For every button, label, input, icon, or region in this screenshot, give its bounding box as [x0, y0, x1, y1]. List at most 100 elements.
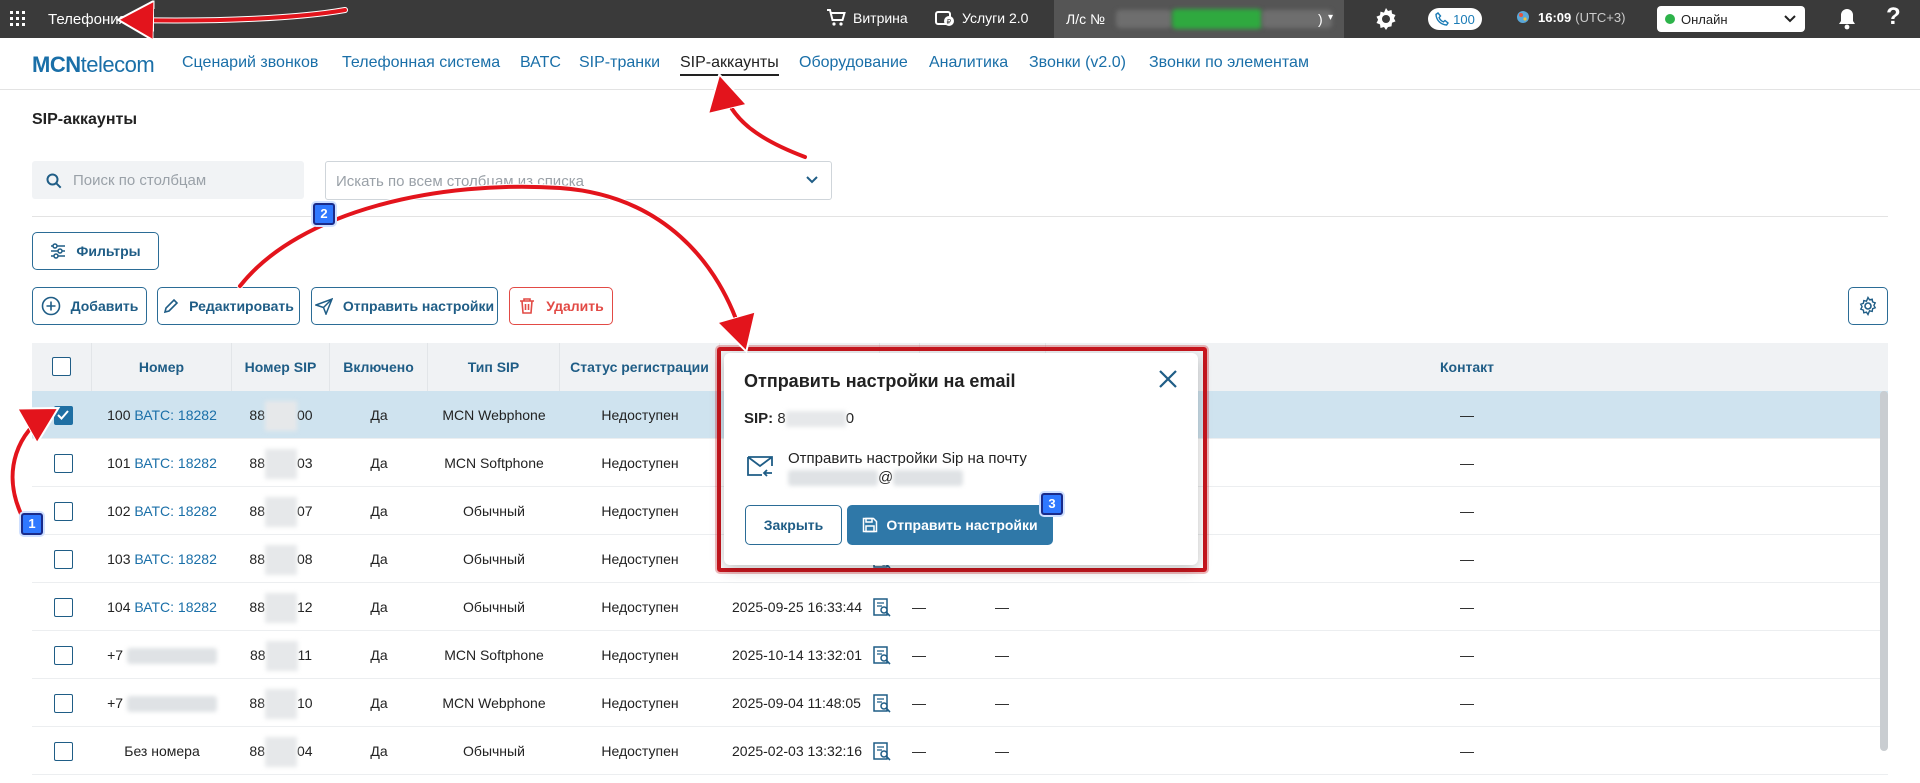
sip-start: 88 [249, 599, 265, 615]
time: 16:09 [1538, 9, 1572, 25]
table-row[interactable]: 104 ВАТС: 18282 88 12 Да Обычный Недоступен 20… [32, 583, 1888, 631]
cell-last-registration: 2025-09-04 11:48:05 [732, 695, 861, 711]
cell-extra-1: — [912, 599, 926, 615]
presence-status-select[interactable]: Онлайн [1657, 6, 1805, 32]
close-icon[interactable] [1158, 369, 1178, 389]
select-all-checkbox[interactable] [52, 357, 71, 376]
cell-last-registration: 2025-02-03 13:32:16 [732, 743, 862, 759]
columns-select[interactable]: Искать по всем столбцам из списка [325, 161, 832, 200]
nav-sip-accounts[interactable]: SIP-аккаунты [680, 54, 779, 76]
row-number: 103 [107, 551, 131, 567]
send-settings-label: Отправить настройки [342, 298, 495, 314]
cell-contact: — [1460, 647, 1474, 663]
cell-reg-status: Недоступен [601, 455, 679, 471]
send-settings-dialog: Отправить настройки на email SIP: 8 0 Отп… [724, 353, 1198, 565]
nav-calls-by-elements[interactable]: Звонки по элементам [1149, 54, 1309, 72]
row-checkbox[interactable] [54, 694, 73, 713]
delete-button[interactable]: Удалить [509, 287, 613, 325]
pencil-icon [164, 298, 179, 314]
cell-sip-number: 88 08 [232, 535, 330, 583]
table-row[interactable]: Без номера 88 04 Да Обычный Недоступен 2025-02… [32, 727, 1888, 775]
registration-log-icon[interactable] [872, 693, 892, 713]
table-scrollbar[interactable] [1880, 391, 1888, 751]
services-label: Услуги 2.0 [962, 10, 1029, 26]
row-checkbox[interactable] [54, 406, 73, 425]
close-label: Закрыть [763, 517, 824, 533]
row-checkbox[interactable] [54, 598, 73, 617]
apps-grid-icon[interactable] [10, 11, 26, 27]
row-checkbox[interactable] [54, 742, 73, 761]
edit-button[interactable]: Редактировать [157, 287, 300, 325]
sip-redacted [265, 593, 297, 624]
account-prefix: Л/с № [1066, 11, 1105, 27]
vats-link[interactable]: ВАТС: 18282 [134, 503, 217, 519]
row-checkbox[interactable] [54, 550, 73, 569]
registration-log-icon[interactable] [872, 645, 892, 665]
row-checkbox[interactable] [54, 502, 73, 521]
sip-start: 88 [249, 743, 265, 759]
col-enabled[interactable]: Включено [330, 343, 428, 391]
bell-icon[interactable] [1836, 7, 1858, 31]
nav-analytics[interactable]: Аналитика [929, 54, 1008, 72]
brand-logo[interactable]: MCNtelecom [32, 52, 155, 78]
send-settings-confirm-button[interactable]: Отправить настройки [847, 505, 1053, 545]
table-settings-button[interactable] [1848, 287, 1888, 325]
registration-log-icon[interactable] [872, 741, 892, 761]
nav-calls-v2[interactable]: Звонки (v2.0) [1029, 54, 1126, 72]
col-sip-type[interactable]: Тип SIP [428, 343, 560, 391]
nav-sip-trunks[interactable]: SIP-транки [579, 54, 660, 72]
columns-select-placeholder: Искать по всем столбцам из списка [336, 173, 584, 190]
table-row[interactable]: +7 88 10 Да MCN Webphone Недоступен 2025-09-0… [32, 679, 1888, 727]
nav-call-scenario[interactable]: Сценарий звонков [182, 54, 318, 72]
search-input[interactable]: Поиск по столбцам [32, 161, 304, 199]
trash-icon [520, 298, 535, 314]
cell-reg-status: Недоступен [601, 599, 679, 615]
sip-value-start: 8 [777, 410, 786, 427]
calls-count: 100 [1453, 11, 1475, 27]
sip-end: 04 [297, 743, 313, 759]
gear-icon[interactable] [1374, 7, 1398, 31]
table-row[interactable]: +7 88 11 Да MCN Softphone Недоступен 2025-10-… [32, 631, 1888, 679]
timezone: (UTC+3) [1575, 9, 1626, 25]
vats-link[interactable]: ВАТС: 18282 [134, 599, 217, 615]
search-divider [32, 216, 1888, 217]
col-number[interactable]: Номер [92, 343, 232, 391]
app-title[interactable]: Телефония [48, 11, 127, 28]
nav-equipment[interactable]: Оборудование [799, 54, 908, 72]
select-all-cell [32, 343, 92, 391]
vats-link[interactable]: ВАТС: 18282 [134, 551, 217, 567]
col-sip-number[interactable]: Номер SIP [232, 343, 330, 391]
cell-sip-type: MCN Softphone [444, 647, 544, 663]
chevron-down-icon [806, 176, 818, 184]
send-settings-button[interactable]: Отправить настройки [311, 287, 498, 325]
cell-sip-number: 88 12 [232, 583, 330, 631]
sip-redacted [265, 497, 297, 528]
add-button[interactable]: Добавить [32, 287, 147, 325]
account-selector[interactable]: Л/с № ) ▾ [1054, 0, 1344, 38]
calls-counter[interactable]: 100 [1428, 8, 1482, 30]
nav-vats[interactable]: ВАТС [520, 54, 561, 72]
sip-start: 88 [249, 647, 266, 663]
nav-phone-system[interactable]: Телефонная система [342, 54, 500, 72]
showcase-link[interactable]: Витрина [826, 9, 908, 27]
row-checkbox[interactable] [54, 454, 73, 473]
col-reg-status[interactable]: Статус регистрации [560, 343, 720, 391]
account-name-redacted [1172, 9, 1262, 29]
vats-link[interactable]: ВАТС: 18282 [134, 455, 217, 471]
help-icon[interactable]: ? [1886, 3, 1901, 31]
sip-redacted [265, 449, 297, 480]
cell-enabled: Да [370, 743, 388, 759]
registration-log-icon[interactable] [872, 597, 892, 617]
services-link[interactable]: ₽ Услуги 2.0 [935, 9, 1028, 27]
save-icon [863, 517, 878, 533]
filters-button[interactable]: Фильтры [32, 232, 159, 270]
close-button[interactable]: Закрыть [745, 505, 842, 545]
sip-redacted [265, 737, 297, 768]
row-checkbox[interactable] [54, 646, 73, 665]
annotation-badge-2: 2 [313, 203, 335, 225]
cell-contact: — [1460, 695, 1474, 711]
vats-link[interactable]: ВАТС: 18282 [134, 407, 217, 423]
cell-sip-type: Обычный [463, 503, 525, 519]
cell-number: 102 ВАТС: 18282 [92, 487, 232, 535]
cell-extra-1: — [912, 695, 926, 711]
